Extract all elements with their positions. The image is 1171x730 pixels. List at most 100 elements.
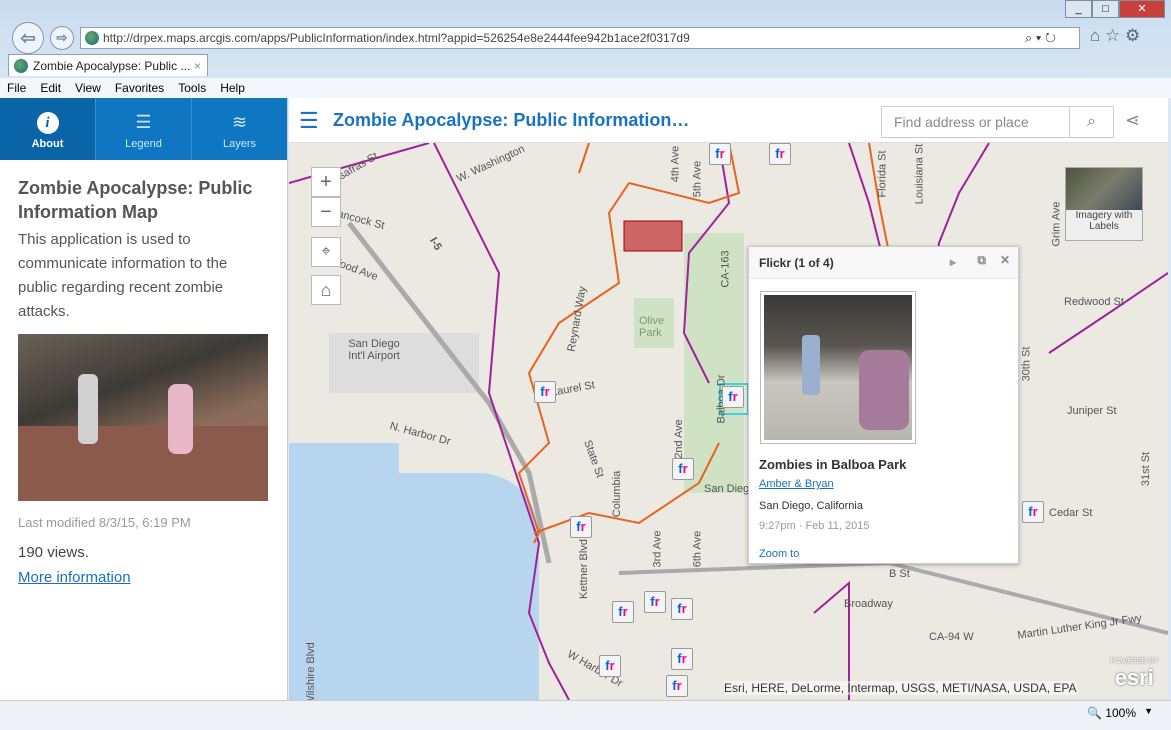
tab-label: About bbox=[31, 138, 64, 150]
flickr-marker[interactable]: fr bbox=[666, 675, 688, 697]
flickr-marker[interactable]: fr bbox=[671, 598, 693, 620]
tab-legend[interactable]: ☰ Legend bbox=[96, 98, 192, 160]
window-controls: _ □ ✕ bbox=[1065, 0, 1165, 18]
zoom-level[interactable]: 🔍 100% bbox=[1087, 706, 1136, 720]
view-count: 190 views. bbox=[18, 544, 89, 561]
flickr-marker-selected[interactable]: fr bbox=[722, 386, 744, 408]
browser-chrome: ⇦ ⇨ http://drpex.maps.arcgis.com/apps/Pu… bbox=[0, 0, 1171, 98]
forward-button[interactable]: ⇨ bbox=[50, 26, 74, 50]
basemap-label: Imagery with Labels bbox=[1075, 210, 1133, 232]
browser-tab[interactable]: Zombie Apocalypse: Public ... × bbox=[8, 54, 208, 76]
share-icon[interactable]: ⋖ bbox=[1125, 110, 1140, 131]
photo-location: San Diego, California bbox=[759, 500, 863, 512]
powered-by: POWERED BY bbox=[1110, 658, 1158, 665]
photo-title: Zombies in Balboa Park bbox=[759, 457, 907, 472]
more-information-link[interactable]: More information bbox=[18, 569, 269, 586]
minimize-button[interactable]: _ bbox=[1065, 0, 1092, 18]
menu-icon[interactable]: ☰ bbox=[299, 108, 319, 134]
close-tab-icon[interactable]: × bbox=[194, 55, 201, 77]
menu-bar: File Edit View Favorites Tools Help bbox=[0, 78, 1171, 98]
globe-icon bbox=[85, 31, 99, 45]
flickr-marker[interactable]: fr bbox=[769, 143, 791, 165]
tab-label: Layers bbox=[222, 138, 257, 150]
map-description: This application is used to communicate … bbox=[18, 231, 228, 320]
flickr-marker[interactable]: fr bbox=[534, 381, 556, 403]
map-label: CA-94 W bbox=[929, 631, 974, 643]
zoom-in-button[interactable]: + bbox=[311, 167, 341, 197]
search-button[interactable]: ⌕ bbox=[1069, 106, 1114, 138]
tab-title: Zombie Apocalypse: Public ... bbox=[33, 59, 191, 73]
esri-wordmark: esri bbox=[1114, 665, 1154, 690]
quarantine-zone[interactable] bbox=[623, 220, 683, 252]
url-text: http://drpex.maps.arcgis.com/apps/Public… bbox=[103, 31, 690, 45]
map-label: Cedar St bbox=[1049, 507, 1093, 519]
maximize-icon[interactable]: ⧉ bbox=[977, 253, 986, 268]
about-panel: Zombie Apocalypse: Public Information Ma… bbox=[0, 160, 287, 602]
basemap-toggle[interactable]: Imagery with Labels bbox=[1065, 167, 1143, 241]
address-bar[interactable]: http://drpex.maps.arcgis.com/apps/Public… bbox=[80, 27, 1080, 49]
locate-button[interactable]: ⌖ bbox=[311, 237, 341, 267]
map-label: B St bbox=[889, 568, 910, 580]
chevron-down-icon[interactable]: ▼ bbox=[1144, 706, 1153, 716]
close-icon[interactable]: ✕ bbox=[1000, 253, 1010, 267]
map-label: 30th St bbox=[1020, 346, 1033, 382]
map-label: Broadway bbox=[844, 598, 893, 610]
last-modified: Last modified 8/3/15, 6:19 PM bbox=[18, 515, 191, 530]
map-label: Louisiana St bbox=[913, 143, 926, 205]
menu-help[interactable]: Help bbox=[213, 78, 252, 98]
tab-about[interactable]: i About bbox=[0, 98, 96, 160]
map-label: Columbia bbox=[611, 470, 624, 518]
app-header: ☰ Zombie Apocalypse: Public Information … bbox=[289, 98, 1168, 143]
maximize-button[interactable]: □ bbox=[1092, 0, 1119, 18]
map-label: 2nd Ave bbox=[672, 419, 685, 459]
close-window-button[interactable]: ✕ bbox=[1119, 0, 1165, 18]
flickr-marker[interactable]: fr bbox=[599, 655, 621, 677]
zoom-out-button[interactable]: − bbox=[311, 197, 341, 227]
info-icon: i bbox=[36, 112, 59, 134]
flickr-marker[interactable]: fr bbox=[570, 516, 592, 538]
home-button[interactable]: ⌂ bbox=[311, 275, 341, 305]
map-label: Grim Ave bbox=[1050, 201, 1063, 247]
status-bar: 🔍 100% ▼ bbox=[0, 700, 1171, 730]
purple-boundary bbox=[289, 143, 1168, 700]
zoom-to-link[interactable]: Zoom to bbox=[759, 548, 799, 560]
popup-photo[interactable] bbox=[760, 291, 916, 444]
imagery-thumbnail bbox=[1066, 168, 1142, 210]
author-link[interactable]: Amber & Bryan bbox=[759, 478, 834, 490]
flickr-marker[interactable]: fr bbox=[644, 591, 666, 613]
photo-time: 9:27pm · Feb 11, 2015 bbox=[759, 520, 870, 532]
flickr-marker[interactable]: fr bbox=[1022, 501, 1044, 523]
map-label: 31st St bbox=[1140, 451, 1153, 487]
flickr-popup: Flickr (1 of 4) ▸ ⧉ ✕ Zombies in Balboa … bbox=[748, 246, 1019, 564]
map-label: 4th Ave bbox=[669, 145, 682, 183]
freeway-i5 bbox=[347, 221, 552, 564]
map-label: 6th Ave bbox=[691, 530, 704, 568]
search-refresh-icons[interactable]: ⌕ ▾ ↻ bbox=[1025, 30, 1056, 46]
menu-favorites[interactable]: Favorites bbox=[108, 78, 171, 98]
back-button[interactable]: ⇦ bbox=[12, 22, 44, 54]
menu-edit[interactable]: Edit bbox=[33, 78, 68, 98]
menu-file[interactable]: File bbox=[0, 78, 33, 98]
esri-logo: POWERED BY esri bbox=[1111, 658, 1158, 691]
zoom-value: 100% bbox=[1105, 706, 1136, 720]
map[interactable]: W. Washington Sassafras St Hancock St I-… bbox=[289, 143, 1168, 700]
tab-layers[interactable]: ≋ Layers bbox=[192, 98, 287, 160]
popup-header: Flickr (1 of 4) ▸ ⧉ ✕ bbox=[749, 247, 1018, 279]
menu-view[interactable]: View bbox=[68, 78, 108, 98]
menu-tools[interactable]: Tools bbox=[171, 78, 213, 98]
flickr-marker[interactable]: fr bbox=[612, 601, 634, 623]
flickr-marker[interactable]: fr bbox=[709, 143, 731, 165]
zombie-photo bbox=[18, 334, 268, 501]
attribution: Esri, HERE, DeLorme, Intermap, USGS, MET… bbox=[724, 681, 1077, 695]
next-icon[interactable]: ▸ bbox=[950, 255, 956, 269]
flickr-marker[interactable]: fr bbox=[672, 458, 694, 480]
map-label: Florida St bbox=[876, 150, 889, 198]
globe-icon bbox=[14, 59, 28, 73]
map-label: San Diego Int'l Airport bbox=[348, 338, 400, 362]
map-label: Redwood St bbox=[1064, 296, 1124, 308]
popup-title: Flickr (1 of 4) bbox=[759, 256, 834, 270]
flickr-marker[interactable]: fr bbox=[671, 648, 693, 670]
map-overlay bbox=[289, 143, 1168, 700]
home-star-gear-icons[interactable]: ⌂ ☆ ⚙ bbox=[1090, 26, 1140, 46]
map-label: 5th Ave bbox=[691, 160, 704, 198]
